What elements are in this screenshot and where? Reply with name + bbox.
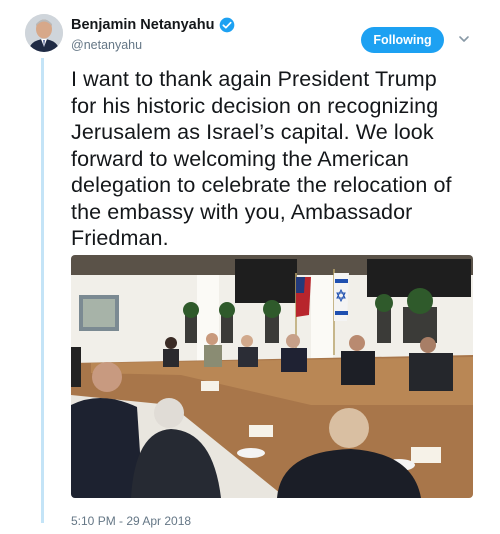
display-name[interactable]: Benjamin Netanyahu [71,17,214,33]
tweet-photo[interactable] [71,255,473,498]
handle[interactable]: @netanyahu [71,38,142,52]
tweet-line: the embassy with you, Ambassador [71,199,413,224]
avatar-photo [25,14,63,52]
tweet-line: I want to thank again President Trump [71,67,437,91]
avatar[interactable] [25,14,63,52]
thread-line [41,58,44,523]
tweet-line: delegation to celebrate the relocation o… [71,173,452,197]
verified-badge-icon [220,17,235,33]
meeting-room-photo [71,255,473,498]
tweet-line: forward to welcoming the American [71,146,409,171]
chevron-down-icon[interactable] [458,33,470,45]
following-button[interactable]: Following [361,27,444,53]
timestamp[interactable]: 5:10 PM - 29 Apr 2018 [71,514,191,528]
tweet-line: Jerusalem as Israel’s capital. We look [71,120,434,144]
tweet-line: for his historic decision on recognizing [71,93,439,118]
tweet-text: I want to thank again President Trump fo… [71,66,483,252]
tweet-line: Friedman. [71,226,169,250]
